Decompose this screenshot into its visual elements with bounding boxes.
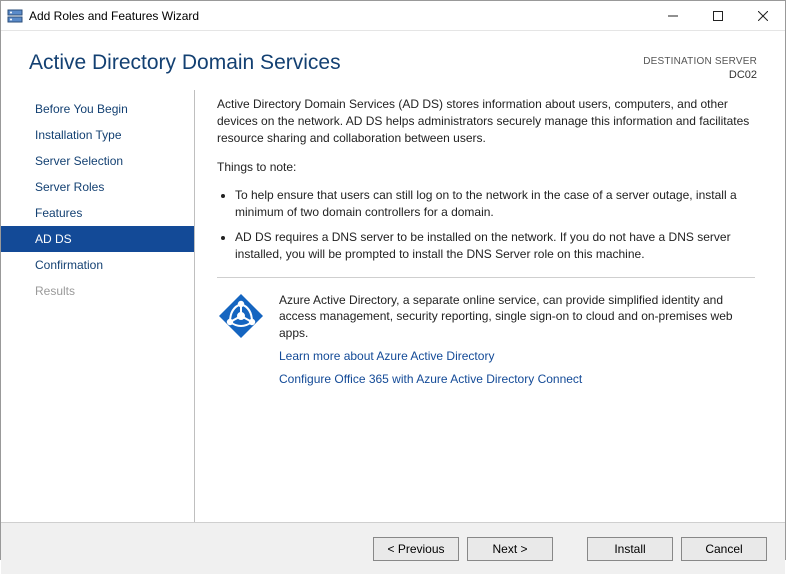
minimize-button[interactable] (650, 1, 695, 30)
notes-title: Things to note: (217, 159, 755, 176)
destination-server-name: DC02 (643, 68, 757, 82)
sidebar-item-server-selection[interactable]: Server Selection (1, 148, 194, 174)
wizard-content: Active Directory Domain Services (AD DS)… (195, 90, 757, 522)
azure-learn-more-link[interactable]: Learn more about Azure Active Directory (279, 348, 755, 365)
note-item: To help ensure that users can still log … (235, 187, 755, 221)
azure-text-block: Azure Active Directory, a separate onlin… (279, 292, 755, 388)
sidebar-item-before-you-begin[interactable]: Before You Begin (1, 96, 194, 122)
previous-button[interactable]: < Previous (373, 537, 459, 561)
install-button[interactable]: Install (587, 537, 673, 561)
maximize-button[interactable] (695, 1, 740, 30)
azure-description: Azure Active Directory, a separate onlin… (279, 292, 755, 342)
wizard-sidebar: Before You Begin Installation Type Serve… (1, 90, 195, 522)
sidebar-item-results: Results (1, 278, 194, 304)
wizard-footer: < Previous Next > Install Cancel (1, 522, 785, 574)
page-title: Active Directory Domain Services (29, 51, 341, 75)
sidebar-item-ad-ds[interactable]: AD DS (1, 226, 194, 252)
window-controls (650, 1, 785, 30)
destination-label: DESTINATION SERVER (643, 55, 757, 68)
azure-ad-icon (217, 292, 265, 340)
next-button[interactable]: Next > (467, 537, 553, 561)
sidebar-item-installation-type[interactable]: Installation Type (1, 122, 194, 148)
note-item: AD DS requires a DNS server to be instal… (235, 229, 755, 263)
wizard-body: Before You Begin Installation Type Serve… (1, 90, 785, 522)
window-title: Add Roles and Features Wizard (29, 9, 650, 23)
sidebar-item-server-roles[interactable]: Server Roles (1, 174, 194, 200)
titlebar: Add Roles and Features Wizard (1, 1, 785, 31)
azure-configure-link[interactable]: Configure Office 365 with Azure Active D… (279, 371, 755, 388)
close-button[interactable] (740, 1, 785, 30)
cancel-button[interactable]: Cancel (681, 537, 767, 561)
server-manager-icon (7, 8, 23, 24)
wizard-header: Active Directory Domain Services DESTINA… (1, 31, 785, 90)
notes-list: To help ensure that users can still log … (217, 187, 755, 262)
destination-server-block: DESTINATION SERVER DC02 (643, 51, 757, 82)
section-divider (217, 277, 755, 278)
sidebar-item-features[interactable]: Features (1, 200, 194, 226)
intro-text: Active Directory Domain Services (AD DS)… (217, 96, 755, 146)
azure-info-block: Azure Active Directory, a separate onlin… (217, 292, 755, 388)
sidebar-item-confirmation[interactable]: Confirmation (1, 252, 194, 278)
